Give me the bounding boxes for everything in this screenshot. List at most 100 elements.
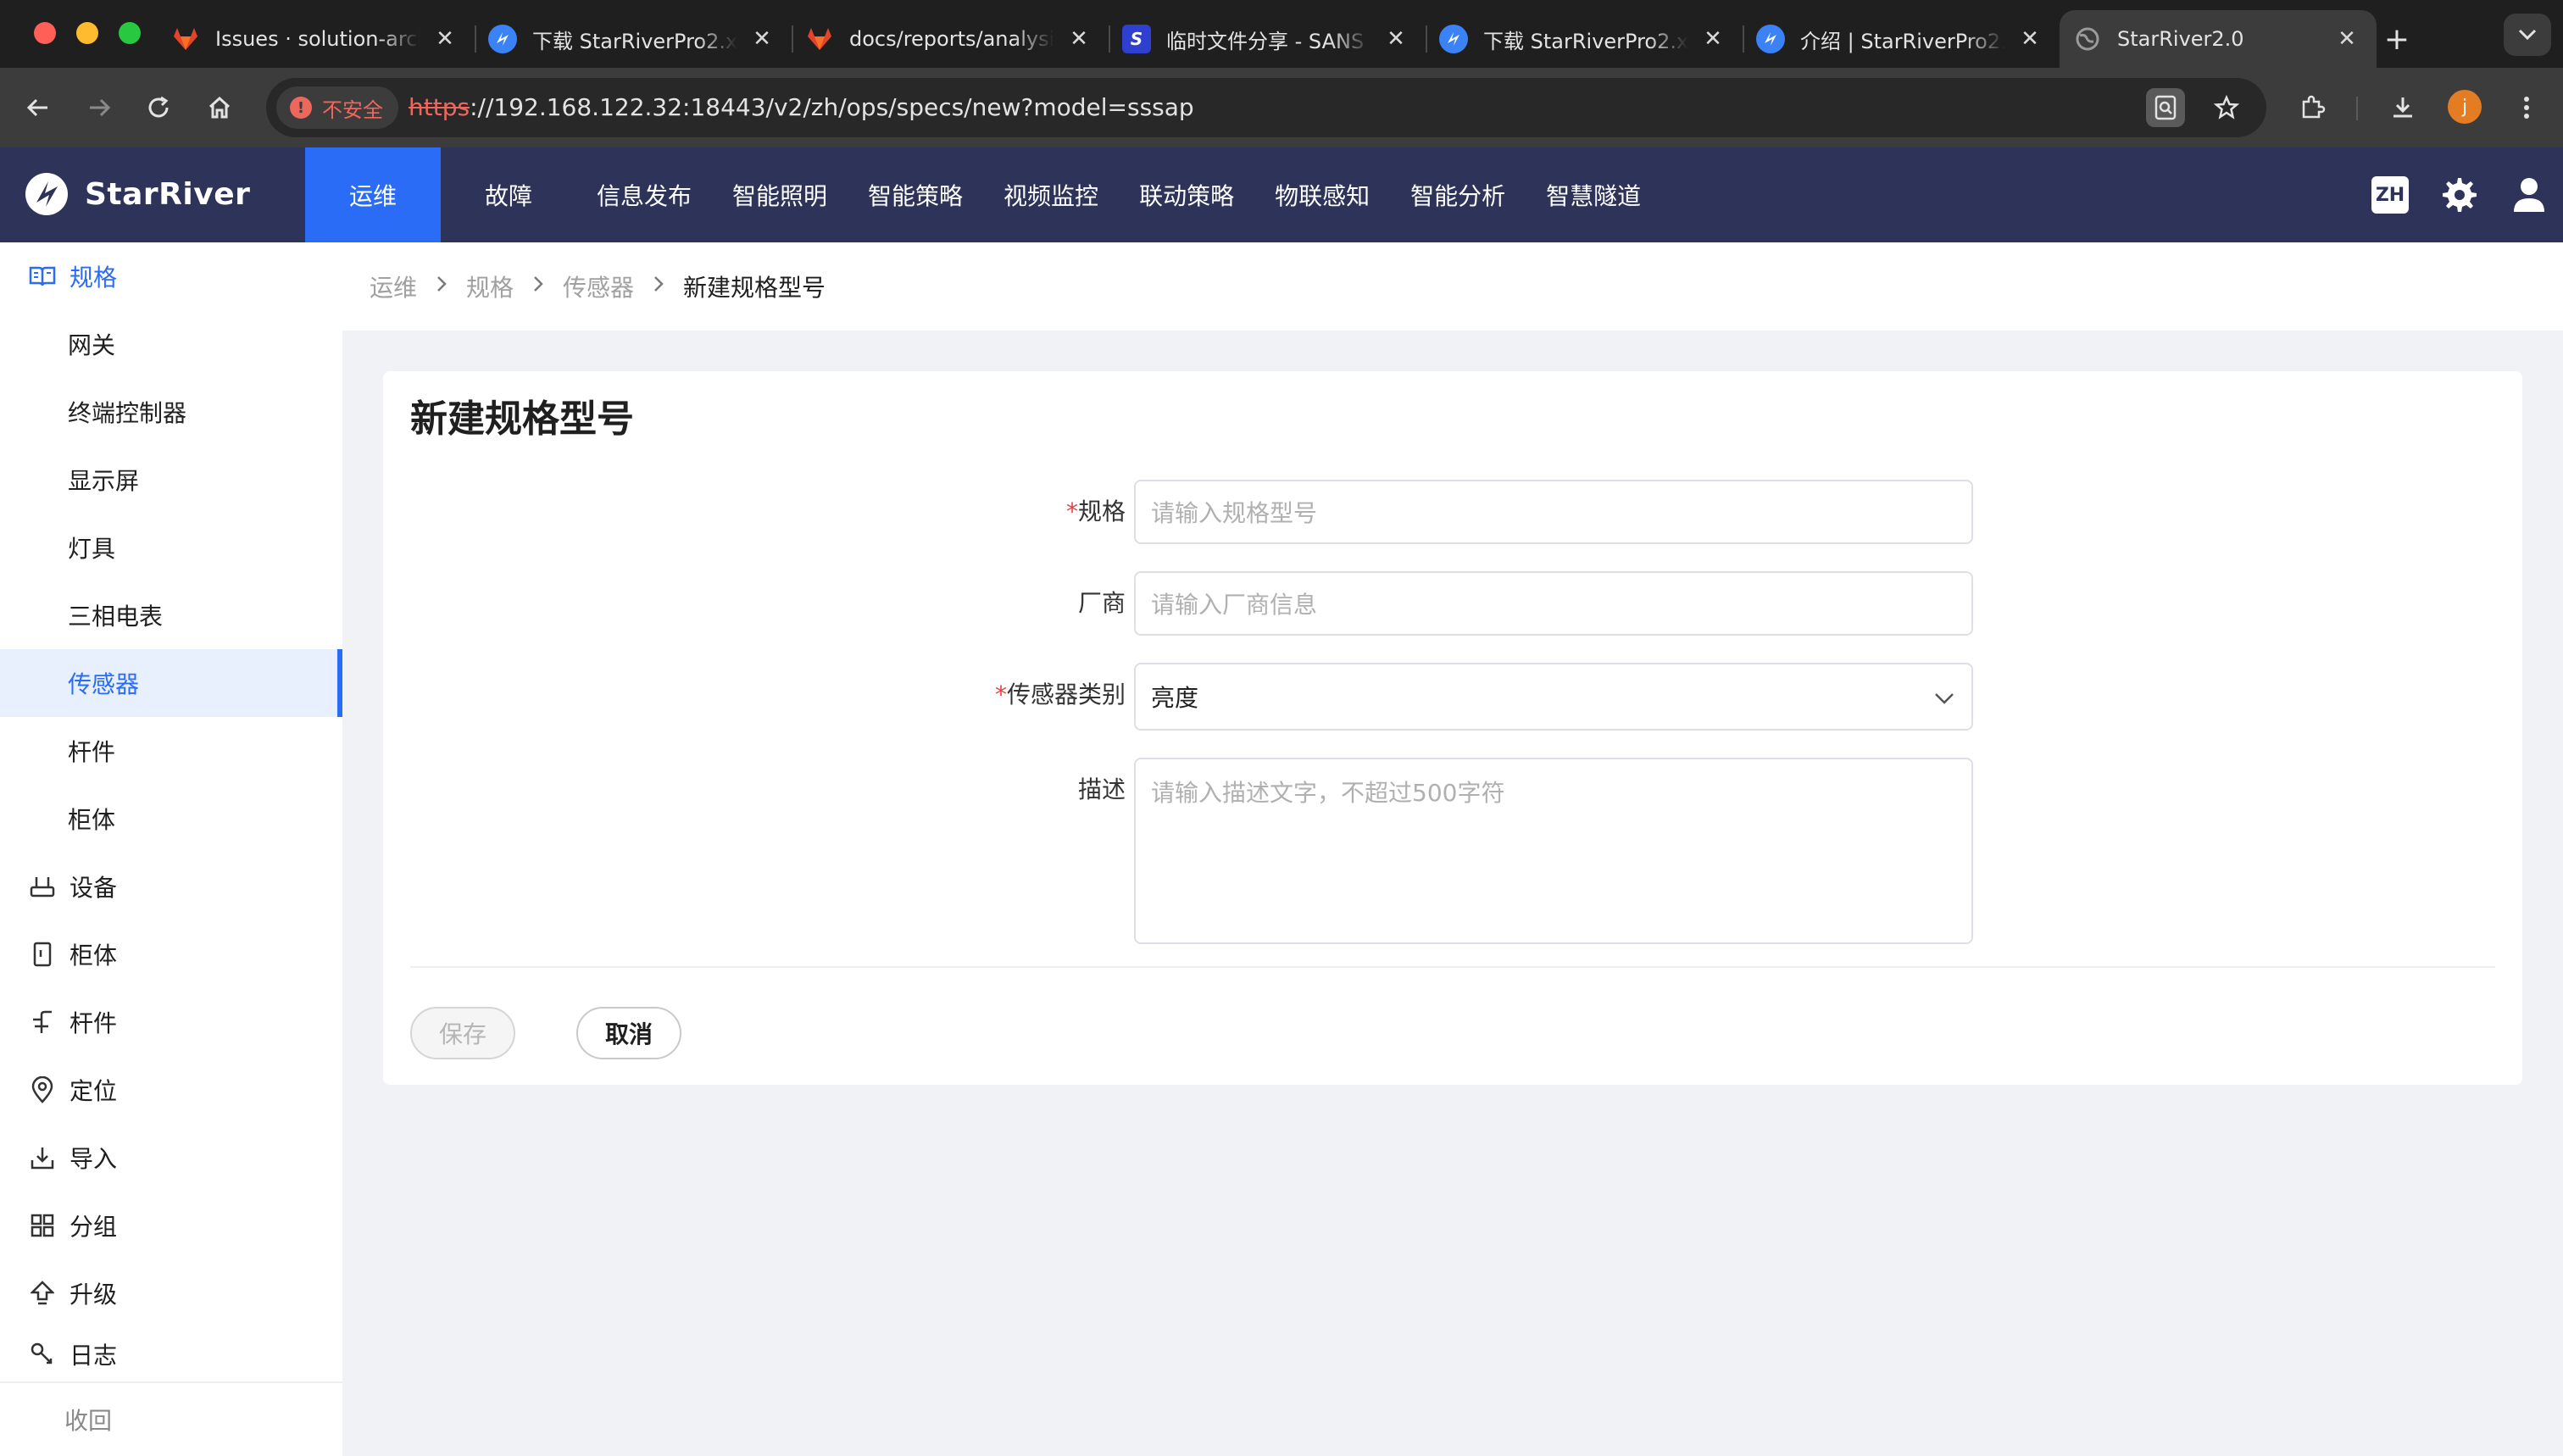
sidebar-item-cabinet[interactable]: 柜体 xyxy=(0,785,342,853)
nav-item-tunnel[interactable]: 智慧隧道 xyxy=(1526,147,1661,242)
desc-placeholder: 请输入描述文字，不超过500字符 xyxy=(1151,779,1505,807)
url-scheme: https xyxy=(409,93,470,121)
vendor-label: 厂商 xyxy=(753,585,1126,619)
settings-button[interactable] xyxy=(2438,173,2482,217)
sidebar-item-gateway[interactable]: 网关 xyxy=(0,310,342,378)
new-tab-button[interactable]: + xyxy=(2371,14,2422,64)
close-window-button[interactable] xyxy=(34,22,56,44)
pole-icon xyxy=(29,1009,56,1036)
back-button[interactable] xyxy=(17,86,59,129)
nav-item-linkage[interactable]: 联动策略 xyxy=(1119,147,1254,242)
sidebar-section-label: 规格 xyxy=(69,264,118,292)
vendor-input[interactable]: 请输入厂商信息 xyxy=(1134,571,1973,636)
sidebar-item-sensor[interactable]: 传感器 xyxy=(0,649,342,717)
browser-tab[interactable]: S 临时文件分享 - SANS ✕ xyxy=(1109,10,1426,68)
sidebar-item-location[interactable]: 定位 xyxy=(0,1056,342,1124)
url-text[interactable]: https://192.168.122.32:18443/v2/zh/ops/s… xyxy=(409,78,1194,137)
star-icon xyxy=(2214,95,2239,119)
spec-input[interactable]: 请输入规格型号 xyxy=(1134,480,1973,544)
form-card: 新建规格型号 *规格 请输入规格型号 厂商 请输入厂商信息 *传感器类别 亮度 … xyxy=(383,371,2522,1085)
nav-item-iot[interactable]: 物联感知 xyxy=(1254,147,1390,242)
close-tab-icon[interactable]: ✕ xyxy=(1066,26,1092,52)
sidebar-item-lamp[interactable]: 灯具 xyxy=(0,514,342,581)
profile-avatar[interactable]: j xyxy=(2448,90,2482,124)
nav-item-fault[interactable]: 故障 xyxy=(441,147,576,242)
browser-tab-active[interactable]: StarRiver2.0 ✕ xyxy=(2060,10,2377,68)
sidebar-item-upgrade[interactable]: 升级 xyxy=(0,1259,342,1327)
save-button[interactable]: 保存 xyxy=(410,1007,515,1059)
sidebar-item-meter[interactable]: 三相电表 xyxy=(0,581,342,649)
import-icon xyxy=(29,1144,56,1171)
bookmark-button[interactable] xyxy=(2207,88,2246,127)
nav-item-ops[interactable]: 运维 xyxy=(305,147,441,242)
user-button[interactable] xyxy=(2507,173,2551,217)
sidebar-item-label: 分组 xyxy=(69,1213,118,1241)
sidebar-item-display[interactable]: 显示屏 xyxy=(0,446,342,514)
sidebar-item-pole-main[interactable]: 杆件 xyxy=(0,988,342,1056)
sidebar-item-pole[interactable]: 杆件 xyxy=(0,717,342,785)
minimize-window-button[interactable] xyxy=(76,22,98,44)
sidebar-item-group[interactable]: 分组 xyxy=(0,1192,342,1259)
page-search-button[interactable] xyxy=(2146,88,2185,127)
address-bar[interactable]: ! 不安全 https://192.168.122.32:18443/v2/zh… xyxy=(266,78,2266,137)
starriver-icon xyxy=(1756,25,1785,53)
sidebar-section-spec[interactable]: 规格 xyxy=(0,242,342,310)
close-tab-icon[interactable]: ✕ xyxy=(432,26,458,52)
close-tab-icon[interactable]: ✕ xyxy=(2017,26,2043,52)
browser-tab[interactable]: Issues · solution-architecture ✕ xyxy=(158,10,475,68)
cancel-button[interactable]: 取消 xyxy=(576,1007,681,1059)
close-tab-icon[interactable]: ✕ xyxy=(749,26,775,52)
grid-icon xyxy=(29,1212,56,1239)
breadcrumb-item[interactable]: 传感器 xyxy=(563,270,634,303)
breadcrumb-item[interactable]: 运维 xyxy=(370,270,417,303)
browser-tab[interactable]: 介绍 | StarRiverPro2.x ✕ xyxy=(1743,10,2060,68)
nav-item-strategy[interactable]: 智能策略 xyxy=(848,147,983,242)
close-tab-icon[interactable]: ✕ xyxy=(1383,26,1409,52)
sidebar: 规格 网关 终端控制器 显示屏 灯具 三相电表 传感器 杆件 柜体 设备 柜体 … xyxy=(0,242,342,1456)
sidebar-item-log[interactable]: 日志 xyxy=(0,1327,342,1381)
sidebar-collapse-button[interactable]: 收回 xyxy=(0,1381,342,1456)
home-icon xyxy=(208,96,231,119)
category-select[interactable]: 亮度 xyxy=(1134,663,1973,731)
site-security-chip[interactable]: ! 不安全 xyxy=(276,86,398,129)
tab-title: 下载 StarRiverPro2.x xyxy=(532,29,737,53)
browser-tab[interactable]: 下载 StarRiverPro2.x ✕ xyxy=(1426,10,1743,68)
sidebar-item-device[interactable]: 设备 xyxy=(0,853,342,920)
downloads-button[interactable] xyxy=(2382,86,2424,129)
close-tab-icon[interactable]: ✕ xyxy=(2334,26,2360,52)
browser-tab[interactable]: docs/reports/analysis ✕ xyxy=(792,10,1109,68)
sidebar-item-cabinet-main[interactable]: 柜体 xyxy=(0,920,342,988)
sidebar-item-label: 设备 xyxy=(69,874,118,902)
browser-menu-button[interactable] xyxy=(2505,86,2548,129)
starriver-icon xyxy=(488,25,517,53)
maximize-window-button[interactable] xyxy=(119,22,141,44)
nav-item-analysis[interactable]: 智能分析 xyxy=(1390,147,1526,242)
browser-tab[interactable]: 下载 StarRiverPro2.x ✕ xyxy=(475,10,792,68)
sidebar-item-terminal-controller[interactable]: 终端控制器 xyxy=(0,378,342,446)
sidebar-item-label: 杆件 xyxy=(69,1009,118,1037)
desc-label-text: 描述 xyxy=(1077,775,1126,803)
nav-item-video[interactable]: 视频监控 xyxy=(983,147,1119,242)
language-switch[interactable]: ZH xyxy=(2371,176,2409,214)
spec-label: *规格 xyxy=(753,493,1126,527)
tab-title: StarRiver2.0 xyxy=(2117,27,2244,51)
sidebar-item-import[interactable]: 导入 xyxy=(0,1124,342,1192)
tab-title: 下载 StarRiverPro2.x xyxy=(1483,29,1688,53)
home-button[interactable] xyxy=(198,86,241,129)
tab-search-button[interactable] xyxy=(2504,14,2551,56)
nav-item-lighting[interactable]: 智能照明 xyxy=(712,147,848,242)
nav-item-publish[interactable]: 信息发布 xyxy=(576,147,712,242)
url-path: ://192.168.122.32:18443/v2/zh/ops/specs/… xyxy=(470,93,1194,121)
breadcrumb-item[interactable]: 规格 xyxy=(466,270,514,303)
app-logo[interactable]: StarRiver xyxy=(25,173,250,215)
forward-button[interactable] xyxy=(78,86,120,129)
close-tab-icon[interactable]: ✕ xyxy=(1700,26,1726,52)
globe-icon xyxy=(2073,25,2102,53)
sidebar-item-label: 升级 xyxy=(69,1281,118,1309)
extensions-button[interactable] xyxy=(2292,86,2334,129)
desc-textarea[interactable]: 请输入描述文字，不超过500字符 xyxy=(1134,758,1973,944)
spec-placeholder: 请输入规格型号 xyxy=(1151,499,1318,527)
reload-button[interactable] xyxy=(137,86,180,129)
puzzle-icon xyxy=(2302,95,2326,119)
cabinet-icon xyxy=(29,941,56,968)
